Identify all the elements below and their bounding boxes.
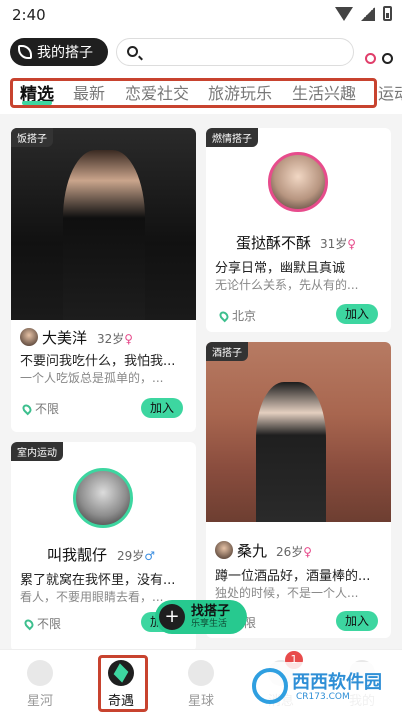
fab-subtitle: 乐享生活	[191, 618, 228, 629]
watermark-sub: CR173.COM	[296, 692, 350, 702]
tab-love-social[interactable]: 恋爱社交	[125, 80, 189, 104]
find-partner-button[interactable]: + 找搭子 乐享生活	[155, 600, 247, 634]
active-tab-indicator	[22, 101, 52, 105]
card-desc: 无论什么关系，先从有的...	[215, 278, 359, 292]
card-name: 叫我靓仔	[47, 546, 108, 564]
card-age: 32岁♀	[97, 332, 134, 346]
search-icon	[127, 46, 138, 57]
card-name: 蛋挞酥不酥	[236, 234, 312, 252]
card-intro: 蹲一位酒品好，酒量棒的...	[215, 569, 371, 584]
partner-feed[interactable]: 饭搭子 大美洋 32岁♀ 不要问我吃什么，我怕我... 一个人吃饭总是孤单的，.…	[0, 114, 402, 649]
card-intro: 分享日常，幽默且真诚	[215, 261, 346, 276]
card-tag: 酒搭子	[206, 342, 248, 361]
watermark-logo-icon	[252, 668, 288, 704]
watermark: 西西软件园 CR173.COM	[246, 662, 394, 710]
nav-label: 星河	[26, 694, 53, 709]
partner-card[interactable]: 酒搭子 桑九 26岁♀ 蹲一位酒品好，酒量棒的... 独处的时候，不是一个人..…	[206, 342, 391, 638]
tab-travel[interactable]: 旅游玩乐	[208, 80, 272, 104]
search-input[interactable]	[116, 38, 354, 66]
card-location: 不限	[22, 615, 61, 632]
wifi-icon	[335, 6, 353, 21]
card-age: 29岁♂	[117, 549, 156, 563]
location-pin-icon	[22, 617, 36, 630]
plus-icon: +	[159, 604, 185, 630]
my-partner-label: 我的搭子	[37, 45, 93, 61]
watermark-text: 西西软件园	[292, 672, 382, 693]
avatar	[268, 152, 328, 212]
card-age: 31岁♀	[320, 237, 357, 251]
my-partner-button[interactable]: 我的搭子	[10, 38, 108, 66]
gender-filter-icon[interactable]	[364, 40, 394, 64]
nav-highlight-box	[98, 655, 148, 712]
nav-label: 星球	[187, 694, 214, 709]
card-photo	[206, 342, 391, 522]
join-button[interactable]: 加入	[336, 611, 378, 631]
card-desc: 一个人吃饭总是孤单的，...	[20, 371, 164, 385]
avatar	[20, 328, 38, 346]
location-pin-icon	[217, 309, 231, 322]
status-time: 2:40	[12, 6, 46, 24]
card-location: 北京	[217, 307, 256, 324]
card-tag: 饭搭子	[11, 128, 53, 147]
planet-icon	[188, 660, 214, 686]
card-intro: 累了就窝在我怀里，没有...	[20, 573, 176, 588]
fab-title: 找搭子	[191, 603, 231, 619]
card-name: 桑九	[237, 542, 268, 560]
card-age: 26岁♀	[276, 545, 313, 559]
top-bar: 我的搭子	[0, 30, 402, 74]
tab-sports[interactable]: 运动	[378, 80, 402, 104]
nav-planet[interactable]: 星球	[171, 660, 231, 709]
card-location: 不限	[20, 400, 59, 417]
tab-latest[interactable]: 最新	[73, 80, 105, 104]
partner-card[interactable]: 燃情搭子 蛋挞酥不酥 31岁♀ 分享日常，幽默且真诚 无论什么关系，先从有的..…	[206, 128, 391, 332]
cellular-icon	[361, 6, 375, 21]
card-intro: 不要问我吃什么，我怕我...	[20, 354, 176, 369]
tab-hobbies[interactable]: 生活兴趣	[292, 80, 356, 104]
avatar	[73, 468, 133, 528]
location-pin-icon	[20, 402, 34, 415]
nav-galaxy[interactable]: 星河	[10, 660, 70, 709]
status-bar: 2:40	[0, 0, 402, 30]
partner-card[interactable]: 饭搭子 大美洋 32岁♀ 不要问我吃什么，我怕我... 一个人吃饭总是孤单的，.…	[11, 128, 196, 432]
card-tag: 室内运动	[11, 442, 63, 461]
card-tag: 燃情搭子	[206, 128, 258, 147]
avatar	[215, 541, 233, 559]
battery-icon	[383, 6, 392, 21]
status-icons	[335, 6, 392, 21]
join-button[interactable]: 加入	[336, 304, 378, 324]
card-desc: 独处的时候，不是一个人...	[215, 586, 359, 600]
leaf-icon	[18, 45, 32, 59]
join-button[interactable]: 加入	[141, 398, 183, 418]
galaxy-icon	[27, 660, 53, 686]
card-photo	[11, 128, 196, 320]
card-name: 大美洋	[42, 329, 88, 347]
